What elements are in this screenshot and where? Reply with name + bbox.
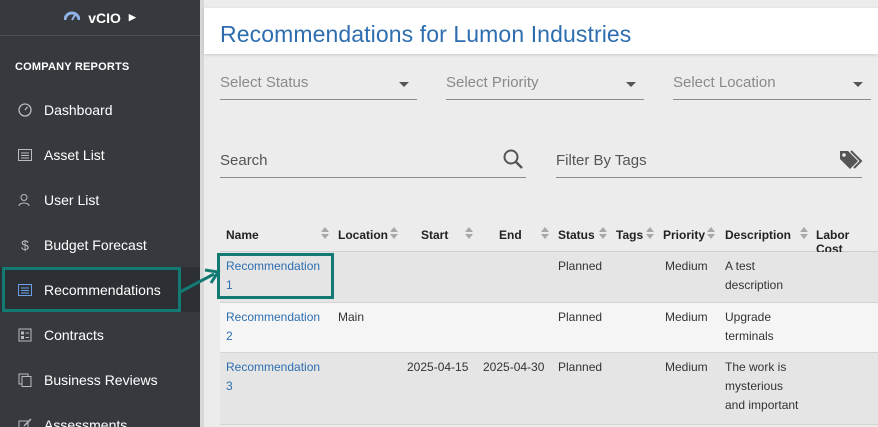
contract-icon (17, 327, 33, 343)
caret-right-icon: ▶ (128, 12, 136, 22)
dollar-icon: $ (21, 236, 29, 253)
recommendation-link-line2: 2 (226, 329, 233, 343)
sidebar-item-label: User List (44, 191, 100, 208)
chevron-down-icon (399, 82, 409, 87)
recommendation-link[interactable]: Recommendation 3 (226, 358, 320, 396)
table-row: Recommendation 2 Main Planned Medium Upg… (220, 303, 878, 353)
sidebar-item-label: Asset List (44, 146, 105, 163)
search-input[interactable]: Search (220, 148, 526, 178)
sidebar-item-assessments[interactable]: Assessments (0, 402, 200, 427)
sidebar-item-label: Budget Forecast (44, 236, 147, 253)
sort-icon[interactable] (646, 227, 654, 241)
table-row: Recommendation 3 2025-04-15 2025-04-30 P… (220, 353, 878, 425)
sidebar-item-label: Dashboard (44, 101, 113, 118)
table-header: Name Location Start End Status Tags Prio… (220, 218, 878, 256)
user-icon (17, 192, 33, 208)
chevron-down-icon (853, 82, 863, 87)
link-highlight-box (217, 253, 334, 299)
list-icon (17, 147, 33, 163)
edit-icon (17, 417, 33, 427)
start-date-cell: 2025-04-15 (407, 360, 469, 374)
priority-cell: Medium (665, 310, 708, 324)
column-header-status[interactable]: Status (558, 228, 595, 242)
sort-icon[interactable] (541, 227, 549, 241)
column-header-description[interactable]: Description (725, 228, 791, 242)
priority-cell: Medium (665, 259, 708, 273)
sidebar-item-budget-forecast[interactable]: $ Budget Forecast (0, 222, 200, 267)
main-content: Recommendations for Lumon Industries Sel… (204, 0, 878, 427)
priority-select-placeholder: Select Priority (446, 74, 539, 91)
priority-select[interactable]: Select Priority (446, 74, 644, 100)
tags-icon[interactable] (838, 148, 863, 172)
copy-icon (17, 372, 33, 388)
annotation-arrow-icon (179, 268, 221, 294)
column-header-tags[interactable]: Tags (616, 228, 643, 242)
column-header-priority[interactable]: Priority (663, 228, 705, 242)
description-line2: terminals (725, 329, 774, 343)
sidebar-item-business-reviews[interactable]: Business Reviews (0, 357, 200, 402)
gauge-icon (17, 102, 33, 118)
sidebar-item-label: Assessments (44, 416, 128, 427)
status-cell: Planned (558, 310, 603, 324)
content-panel: Select Status Select Priority Select Loc… (204, 54, 878, 427)
page-title: Recommendations for Lumon Industries (220, 21, 632, 47)
sidebar-item-label: Business Reviews (44, 371, 158, 388)
priority-cell: Medium (665, 360, 708, 374)
recommendations-table: Name Location Start End Status Tags Prio… (220, 218, 878, 425)
description-line3: and important (725, 398, 799, 412)
tags-filter-placeholder: Filter By Tags (556, 152, 647, 169)
search-placeholder: Search (220, 152, 268, 169)
sidebar-item-user-list[interactable]: User List (0, 177, 200, 222)
sidebar: vCIO ▶ COMPANY REPORTS Dashboard Asset L… (0, 0, 200, 427)
chevron-down-icon (626, 82, 636, 87)
sort-icon[interactable] (800, 227, 808, 241)
sort-icon[interactable] (707, 227, 715, 241)
description-line2: description (725, 278, 784, 292)
status-select[interactable]: Select Status (220, 74, 417, 100)
sort-icon[interactable] (321, 227, 329, 241)
sidebar-item-dashboard[interactable]: Dashboard (0, 87, 200, 132)
recommendation-link-line2: 3 (226, 379, 233, 393)
description-cell: Upgrade terminals (725, 308, 774, 346)
column-header-location[interactable]: Location (338, 228, 388, 242)
description-line1: The work is (725, 360, 787, 374)
brand-label: vCIO (88, 9, 121, 26)
recommendation-link[interactable]: Recommendation 2 (226, 308, 320, 346)
recommendation-link-line1: Recommendation (226, 360, 321, 374)
sidebar-item-asset-list[interactable]: Asset List (0, 132, 200, 177)
column-header-start[interactable]: Start (421, 228, 448, 242)
search-icon[interactable] (502, 148, 526, 172)
sort-icon[interactable] (599, 227, 607, 241)
tags-filter-input[interactable]: Filter By Tags (556, 148, 863, 178)
sort-icon[interactable] (390, 227, 398, 241)
column-header-end[interactable]: End (499, 228, 522, 242)
description-line1: Upgrade (725, 310, 772, 324)
sidebar-item-label: Contracts (44, 326, 104, 343)
status-cell: Planned (558, 259, 603, 273)
location-select-placeholder: Select Location (673, 74, 776, 91)
location-cell: Main (338, 310, 365, 324)
description-line1: A test (725, 259, 756, 273)
brand-menu[interactable]: vCIO ▶ (0, 0, 200, 36)
status-select-placeholder: Select Status (220, 74, 309, 91)
title-card: Recommendations for Lumon Industries (204, 8, 878, 54)
description-line2: mysterious (725, 379, 784, 393)
column-header-name[interactable]: Name (226, 228, 259, 242)
description-cell: A test description (725, 257, 783, 295)
sidebar-highlight-box (2, 267, 181, 312)
end-date-cell: 2025-04-30 (483, 360, 545, 374)
description-cell: The work is mysterious and important (725, 358, 798, 415)
sort-icon[interactable] (465, 227, 473, 241)
location-select[interactable]: Select Location (673, 74, 871, 100)
status-cell: Planned (558, 360, 603, 374)
gauge-logo-icon (63, 9, 81, 26)
recommendation-link-line1: Recommendation (226, 310, 321, 324)
sidebar-item-contracts[interactable]: Contracts (0, 312, 200, 357)
